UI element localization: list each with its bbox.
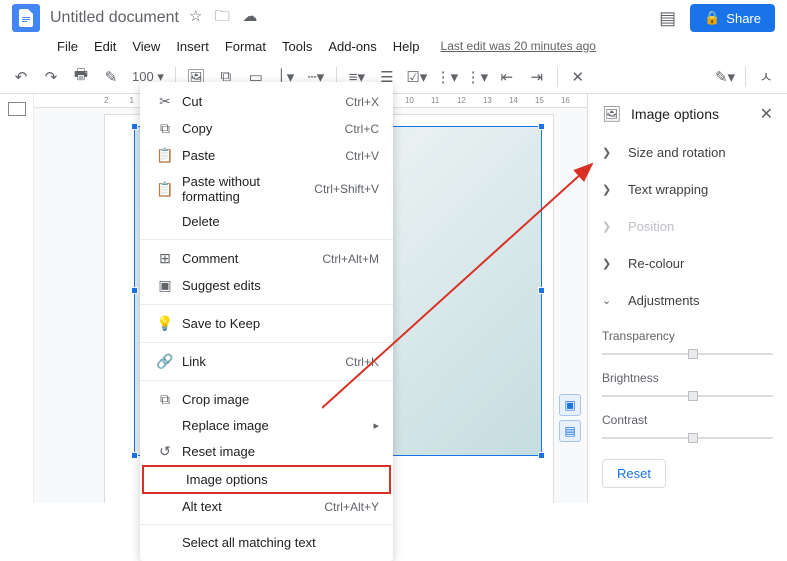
keep-icon: 💡 <box>154 315 176 332</box>
section-adjustments[interactable]: ⌄ Adjustments <box>588 282 787 319</box>
outline-toggle[interactable] <box>0 94 34 503</box>
menu-comment[interactable]: ⊞CommentCtrl+Alt+M <box>140 245 393 272</box>
menu-insert[interactable]: Insert <box>169 37 216 56</box>
resize-handle[interactable] <box>538 452 545 459</box>
image-options-panel: 🖼 Image options ✕ ❯ Size and rotation ❯ … <box>587 94 787 503</box>
resize-handle[interactable] <box>131 452 138 459</box>
transparency-slider[interactable] <box>602 347 773 361</box>
menu-view[interactable]: View <box>125 37 167 56</box>
menu-paste-plain[interactable]: 📋Paste without formattingCtrl+Shift+V <box>140 169 393 209</box>
link-icon: 🔗 <box>154 353 176 370</box>
docs-logo[interactable] <box>12 4 40 32</box>
document-title[interactable]: Untitled document <box>50 9 179 27</box>
contrast-label: Contrast <box>602 413 773 427</box>
bulleted-list-icon[interactable]: ⋮▾ <box>434 64 460 90</box>
menu-bar: File Edit View Insert Format Tools Add-o… <box>0 36 787 60</box>
brightness-slider[interactable] <box>602 389 773 403</box>
chevron-right-icon: ❯ <box>602 146 618 159</box>
panel-title: Image options <box>631 106 719 122</box>
decrease-indent-icon[interactable]: ⇤ <box>494 64 520 90</box>
paint-format-icon[interactable]: ✎ <box>98 64 124 90</box>
resize-handle[interactable] <box>131 123 138 130</box>
chevron-down-icon: ⌄ <box>602 294 618 307</box>
resize-handle[interactable] <box>538 287 545 294</box>
numbered-list-icon[interactable]: ⋮▾ <box>464 64 490 90</box>
paste-plain-icon: 📋 <box>154 181 176 198</box>
star-icon[interactable]: ☆ <box>189 8 202 25</box>
resize-handle[interactable] <box>131 287 138 294</box>
menu-link[interactable]: 🔗LinkCtrl+K <box>140 348 393 375</box>
context-menu: ✂CutCtrl+X ⧉CopyCtrl+C 📋PasteCtrl+V 📋Pas… <box>140 82 393 561</box>
section-position: ❯ Position <box>588 208 787 245</box>
folder-icon[interactable]: 🗀 <box>215 8 230 25</box>
copy-icon: ⧉ <box>154 120 176 137</box>
checklist-icon[interactable]: ☑▾ <box>404 64 430 90</box>
section-label: Position <box>628 219 674 234</box>
menu-crop[interactable]: ⧉Crop image <box>140 386 393 413</box>
cloud-icon[interactable]: ☁ <box>242 8 257 25</box>
last-edit-link[interactable]: Last edit was 20 minutes ago <box>441 39 596 53</box>
menu-alt-text[interactable]: Alt textCtrl+Alt+Y <box>140 494 393 519</box>
menu-file[interactable]: File <box>50 37 85 56</box>
section-size-rotation[interactable]: ❯ Size and rotation <box>588 134 787 171</box>
menu-image-options[interactable]: Image options <box>142 465 391 494</box>
suggest-icon: ▣ <box>154 277 176 294</box>
wrap-break-icon[interactable]: ▤ <box>559 420 581 442</box>
menu-help[interactable]: Help <box>386 37 427 56</box>
menu-format[interactable]: Format <box>218 37 273 56</box>
wrap-inline-icon[interactable]: ▣ <box>559 394 581 416</box>
section-text-wrapping[interactable]: ❯ Text wrapping <box>588 171 787 208</box>
comments-icon[interactable]: ▤ <box>659 8 676 29</box>
redo-icon[interactable]: ↷ <box>38 64 64 90</box>
menu-edit[interactable]: Edit <box>87 37 123 56</box>
section-label: Size and rotation <box>628 145 726 160</box>
lock-icon: 🔒 <box>704 10 720 26</box>
image-icon: 🖼 <box>602 105 621 123</box>
clear-format-icon[interactable]: ✕ <box>565 64 591 90</box>
section-label: Re-colour <box>628 256 684 271</box>
menu-delete[interactable]: Delete <box>140 209 393 234</box>
menu-save-keep[interactable]: 💡Save to Keep <box>140 310 393 337</box>
crop-icon: ⧉ <box>154 391 176 408</box>
menu-suggest[interactable]: ▣Suggest edits <box>140 272 393 299</box>
reset-button[interactable]: Reset <box>602 459 666 488</box>
toolbar: ↶ ↷ 🖶 ✎ 100 ▾ 🖼 ⧉ ▭ │▾ ┄▾ ≡▾ ☰ ☑▾ ⋮▾ ⋮▾ … <box>0 60 787 94</box>
section-label: Text wrapping <box>628 182 708 197</box>
menu-paste[interactable]: 📋PasteCtrl+V <box>140 142 393 169</box>
menu-select-all-matching[interactable]: Select all matching text <box>140 530 393 555</box>
chevron-right-icon: ❯ <box>602 220 618 233</box>
menu-copy[interactable]: ⧉CopyCtrl+C <box>140 115 393 142</box>
paste-icon: 📋 <box>154 147 176 164</box>
section-label: Adjustments <box>628 293 700 308</box>
share-label: Share <box>726 11 761 26</box>
undo-icon[interactable]: ↶ <box>8 64 34 90</box>
close-icon[interactable]: ✕ <box>760 104 773 124</box>
brightness-label: Brightness <box>602 371 773 385</box>
submenu-arrow-icon: ▸ <box>373 419 379 432</box>
menu-tools[interactable]: Tools <box>275 37 319 56</box>
menu-addons[interactable]: Add-ons <box>321 37 383 56</box>
contrast-slider[interactable] <box>602 431 773 445</box>
resize-handle[interactable] <box>538 123 545 130</box>
menu-replace[interactable]: Replace image▸ <box>140 413 393 438</box>
chevron-right-icon: ❯ <box>602 257 618 270</box>
reset-icon: ↺ <box>154 443 176 460</box>
section-recolour[interactable]: ❯ Re-colour <box>588 245 787 282</box>
increase-indent-icon[interactable]: ⇥ <box>524 64 550 90</box>
transparency-label: Transparency <box>602 329 773 343</box>
hide-menus-icon[interactable]: ㅅ <box>753 64 779 90</box>
cut-icon: ✂ <box>154 93 176 110</box>
chevron-right-icon: ❯ <box>602 183 618 196</box>
print-icon[interactable]: 🖶 <box>68 64 94 90</box>
menu-cut[interactable]: ✂CutCtrl+X <box>140 88 393 115</box>
menu-reset-image[interactable]: ↺Reset image <box>140 438 393 465</box>
share-button[interactable]: 🔒 Share <box>690 4 775 32</box>
comment-icon: ⊞ <box>154 250 176 267</box>
editing-mode-icon[interactable]: ✎▾ <box>712 64 738 90</box>
